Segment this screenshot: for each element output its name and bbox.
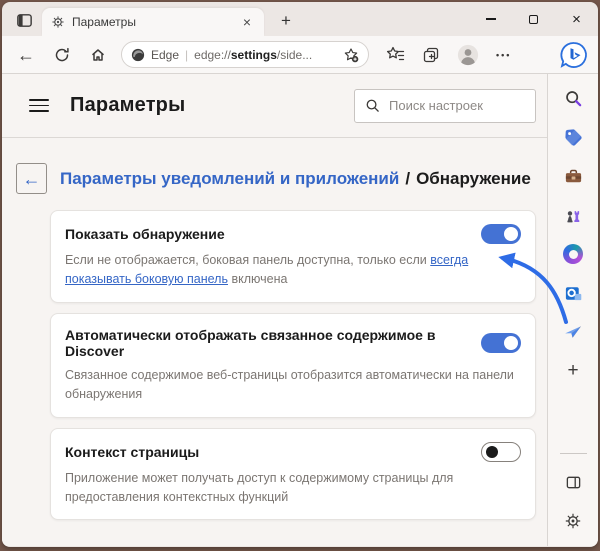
close-window-button[interactable]: ×	[555, 2, 598, 36]
toggle-knob	[504, 227, 518, 241]
maximize-button[interactable]	[512, 2, 555, 36]
edge-logo-icon	[131, 48, 145, 61]
window-controls: ×	[469, 2, 598, 36]
shopping-tag-icon	[564, 128, 582, 146]
sidebar-item-games[interactable]	[558, 200, 588, 230]
setting-title: Автоматически отображать связанное содер…	[65, 326, 436, 359]
workspaces-icon	[16, 13, 32, 27]
browser-window: Параметры × + × ← Edge | edge://settings…	[2, 2, 598, 547]
show-discover-toggle[interactable]	[481, 224, 521, 244]
titlebar: Параметры × + ×	[2, 2, 598, 36]
sidebar-divider	[559, 453, 587, 454]
outlook-icon	[565, 286, 581, 300]
divider: |	[185, 47, 189, 62]
url-text: edge://settings/side...	[194, 47, 313, 62]
plus-icon: +	[567, 360, 579, 381]
favorites-icon[interactable]	[386, 46, 405, 63]
search-input[interactable]	[389, 98, 525, 113]
settings-gear-icon	[565, 513, 581, 529]
setting-description: Если не отображается, боковая панель дос…	[65, 253, 469, 287]
toolbox-icon	[565, 169, 581, 182]
back-icon: ←	[17, 44, 35, 65]
sidebar-settings-button[interactable]	[558, 506, 588, 536]
customize-sidebar-button[interactable]	[558, 467, 588, 497]
paper-plane-icon	[565, 326, 581, 338]
close-icon: ×	[572, 10, 581, 28]
setting-title: Показать обнаружение	[65, 226, 225, 242]
setting-card-show-discover: Показать обнаружение Если не отображаетс…	[50, 210, 536, 303]
minimize-button[interactable]	[469, 2, 512, 36]
site-label: Edge	[151, 47, 180, 62]
breadcrumb-back-button[interactable]: ←	[16, 163, 47, 194]
tab-actions-button[interactable]	[12, 8, 36, 32]
address-bar[interactable]: Edge | edge://settings/side...	[121, 41, 369, 68]
navigation-toolbar: ← Edge | edge://settings/side... •••	[2, 36, 598, 74]
refresh-button[interactable]	[47, 40, 77, 70]
setting-description: Связанное содержимое веб-страницы отобра…	[65, 367, 514, 402]
tab-title: Параметры	[72, 15, 136, 29]
collections-icon[interactable]	[422, 46, 440, 64]
settings-gear-icon	[52, 16, 64, 28]
settings-main: ← Параметры уведомлений и приложений / Обн…	[2, 138, 547, 546]
bing-chat-icon	[560, 41, 587, 68]
maximize-icon	[529, 14, 538, 24]
settings-page: Параметры ← Параметры уведомлений и прил…	[2, 74, 547, 546]
back-button[interactable]: ←	[11, 40, 41, 70]
chess-games-icon	[566, 210, 579, 222]
breadcrumb-current: Обнаружение	[416, 168, 531, 188]
home-button[interactable]	[83, 40, 113, 70]
setting-card-page-context: Контекст страницы Приложение может получ…	[50, 427, 536, 521]
bing-chat-button[interactable]	[559, 40, 589, 70]
sidebar-item-drop[interactable]	[558, 317, 588, 347]
setting-title: Контекст страницы	[65, 443, 200, 460]
settings-search[interactable]	[354, 88, 536, 123]
search-magnifier-icon	[565, 90, 581, 106]
sidebar-footer	[558, 453, 588, 546]
refresh-icon	[55, 47, 69, 61]
sidebar-panel-icon	[566, 476, 580, 488]
browser-tab[interactable]: Параметры ×	[42, 8, 264, 36]
sidebar-item-outlook[interactable]	[558, 278, 588, 308]
more-menu-button[interactable]: •••	[496, 50, 511, 60]
add-favorite-icon[interactable]	[343, 47, 359, 63]
toggle-knob	[486, 445, 498, 458]
sidebar-item-search[interactable]	[558, 83, 588, 113]
page-context-toggle[interactable]	[481, 441, 521, 462]
search-icon	[366, 99, 379, 112]
sidebar-add-button[interactable]: +	[558, 356, 588, 386]
sidebar-item-tools[interactable]	[558, 161, 588, 191]
settings-header: Параметры	[2, 74, 547, 138]
profile-avatar[interactable]	[457, 44, 479, 66]
menu-icon[interactable]	[29, 98, 49, 113]
tab-close-button[interactable]: ×	[239, 14, 255, 30]
breadcrumb-separator: /	[405, 168, 411, 188]
toolbar-icons: •••	[386, 44, 511, 66]
sidebar-item-shopping[interactable]	[558, 122, 588, 152]
new-tab-button[interactable]: +	[274, 9, 298, 33]
toggle-knob	[504, 335, 518, 350]
auto-discover-toggle[interactable]	[481, 332, 521, 353]
breadcrumb: ← Параметры уведомлений и приложений / Обн…	[16, 163, 536, 194]
page-title: Параметры	[70, 94, 186, 116]
minimize-icon	[485, 18, 496, 20]
microsoft-365-icon	[563, 244, 583, 264]
breadcrumb-parent-link[interactable]: Параметры уведомлений и приложений	[60, 169, 399, 188]
sidebar-item-microsoft-365[interactable]	[558, 239, 588, 269]
back-arrow-icon: ←	[22, 168, 41, 189]
home-icon	[92, 48, 104, 61]
setting-description: Приложение может получать доступ к содер…	[65, 470, 454, 504]
edge-sidebar: +	[547, 74, 598, 546]
setting-card-auto-discover: Автоматически отображать связанное содер…	[50, 312, 536, 418]
